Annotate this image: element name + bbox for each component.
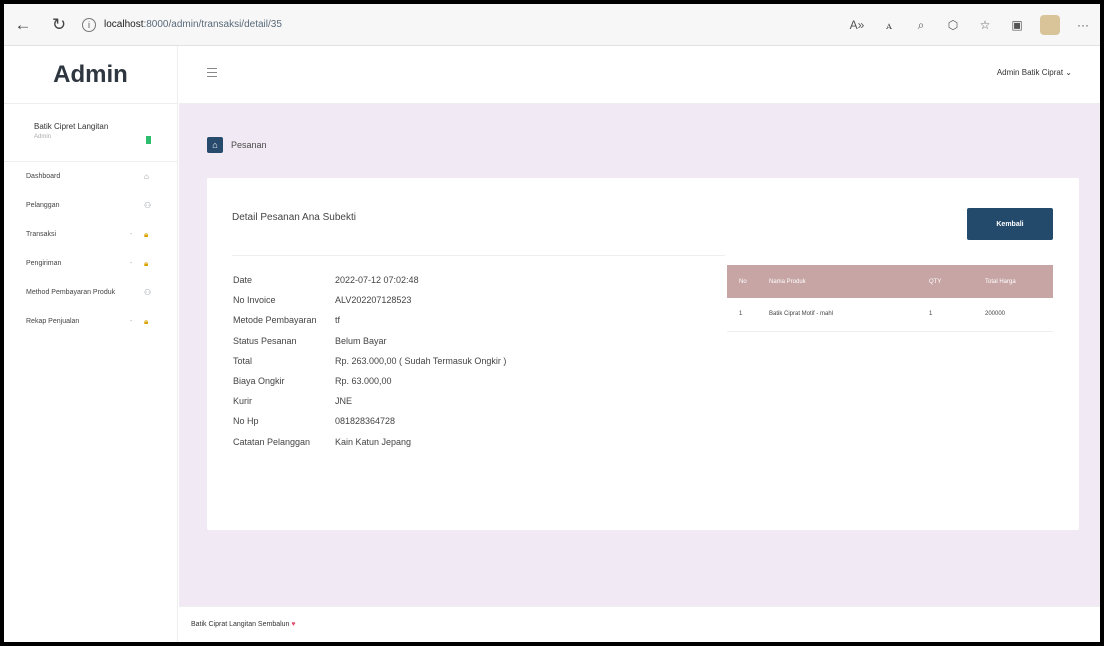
detail-row: Date 2022-07-12 07:02:48 bbox=[233, 270, 506, 290]
sidebar-item-method-pembayaran[interactable]: Method Pembayaran Produk ⚇ bbox=[4, 278, 177, 307]
text-size-icon[interactable]: ꭺ bbox=[880, 18, 898, 33]
table-header-row: No Nama Produk QTY Total Harga bbox=[727, 265, 1053, 298]
column-header: QTY bbox=[917, 265, 973, 298]
home-icon: ⌂ bbox=[207, 137, 223, 153]
column-header: Total Harga bbox=[973, 265, 1053, 298]
sidebar-item-label: Pelanggan bbox=[26, 202, 60, 209]
detail-label: Catatan Pelanggan bbox=[233, 436, 311, 447]
detail-value: 2022-07-12 07:02:48 bbox=[335, 275, 419, 286]
sidebar-item-dashboard[interactable]: Dashboard ⌂ bbox=[4, 162, 177, 191]
collapse-indicator-icon: - bbox=[130, 231, 133, 238]
arrow-left-icon[interactable]: ← bbox=[10, 12, 36, 38]
detail-row: Kurir JNE bbox=[233, 391, 506, 411]
favorites-icon[interactable]: ☆ bbox=[976, 18, 994, 32]
products-table: No Nama Produk QTY Total Harga 1 Batik C… bbox=[727, 265, 1053, 332]
users-icon: ⚇ bbox=[144, 201, 152, 210]
table-cell: 1 bbox=[727, 298, 757, 332]
sidebar: Admin Batik Cipret Langitan Admin Dashbo… bbox=[4, 46, 178, 642]
sidebar-menu: Dashboard ⌂ Pelanggan ⚇ Transaksi - 🔒︎ P… bbox=[4, 162, 177, 336]
detail-value: Belum Bayar bbox=[335, 335, 387, 346]
sidebar-item-pengiriman[interactable]: Pengiriman - 🔒︎ bbox=[4, 249, 177, 278]
lock-icon: 🔒︎ bbox=[144, 316, 149, 326]
collapse-indicator-icon: - bbox=[130, 260, 133, 267]
detail-label: Kurir bbox=[233, 396, 253, 407]
column-header: No bbox=[727, 265, 757, 298]
table-cell: Batik Ciprat Motif - mahl bbox=[757, 298, 917, 332]
user-role: Admin bbox=[34, 134, 52, 140]
url-host: localhost bbox=[104, 19, 144, 30]
order-detail-card: Detail Pesanan Ana Subekti Kembali Date … bbox=[207, 178, 1079, 530]
order-details: Date 2022-07-12 07:02:48 No Invoice ALV2… bbox=[233, 270, 506, 452]
heart-icon: ♥ bbox=[291, 621, 296, 628]
browser-window: ← ↻ i localhost :8000/admin/transaksi/de… bbox=[4, 4, 1100, 642]
table-cell: 1 bbox=[917, 298, 973, 332]
detail-row: No Invoice ALV202207128523 bbox=[233, 290, 506, 310]
user-name: Batik Cipret Langitan bbox=[34, 122, 109, 131]
hamburger-menu-icon[interactable] bbox=[207, 68, 217, 77]
detail-row: Total Rp. 263.000,00 ( Sudah Termasuk On… bbox=[233, 351, 506, 371]
detail-label: Biaya Ongkir bbox=[233, 376, 285, 387]
detail-row: Biaya Ongkir Rp. 63.000,00 bbox=[233, 371, 506, 391]
sidebar-item-label: Method Pembayaran Produk bbox=[26, 289, 116, 296]
sidebar-item-label: Pengiriman bbox=[26, 260, 62, 267]
detail-label: Metode Pembayaran bbox=[233, 315, 317, 326]
detail-label: No Invoice bbox=[233, 295, 276, 306]
page-header: ⌂ Pesanan bbox=[207, 137, 267, 153]
url-path: :8000/admin/transaksi/detail/35 bbox=[143, 19, 282, 30]
detail-value: Kain Katun Jepang bbox=[335, 436, 412, 447]
footer-label: Batik Ciprat Langitan Sembalun bbox=[191, 621, 290, 628]
sidebar-item-label: Transaksi bbox=[26, 231, 57, 238]
card-title: Detail Pesanan Ana Subekti bbox=[232, 212, 356, 223]
read-aloud-icon[interactable]: A» bbox=[848, 18, 866, 32]
profile-icon[interactable] bbox=[1040, 15, 1060, 35]
detail-label: Total bbox=[233, 355, 253, 366]
detail-value: Rp. 63.000,00 bbox=[335, 376, 392, 387]
detail-row: No Hp 081828364728 bbox=[233, 411, 506, 431]
divider bbox=[232, 255, 725, 256]
detail-row: Catatan Pelanggan Kain Katun Jepang bbox=[233, 432, 506, 452]
detail-value: JNE bbox=[335, 396, 353, 407]
lock-icon: 🔒︎ bbox=[144, 258, 149, 268]
detail-value: ALV202207128523 bbox=[335, 295, 412, 306]
detail-value: tf bbox=[335, 315, 341, 326]
zoom-icon[interactable]: ⌕ bbox=[912, 18, 930, 33]
sidebar-brand[interactable]: Admin bbox=[4, 46, 177, 104]
page-title: Pesanan bbox=[231, 140, 267, 150]
detail-label: No Hp bbox=[233, 416, 259, 427]
footer-text: Batik Ciprat Langitan Sembalun ♥ bbox=[191, 621, 296, 628]
column-header: Nama Produk bbox=[757, 265, 917, 298]
user-dropdown[interactable]: Admin Batik Ciprat ⌄ bbox=[997, 68, 1072, 77]
extensions-icon[interactable]: ⬡ bbox=[944, 18, 962, 32]
back-button[interactable]: Kembali bbox=[967, 208, 1053, 240]
table-cell: 200000 bbox=[973, 298, 1053, 332]
topbar: Admin Batik Ciprat ⌄ bbox=[179, 46, 1100, 104]
address-bar[interactable]: i localhost :8000/admin/transaksi/detail… bbox=[82, 11, 702, 39]
sidebar-user: Batik Cipret Langitan Admin bbox=[4, 104, 177, 162]
footer: Batik Ciprat Langitan Sembalun ♥ bbox=[179, 606, 1100, 642]
browser-toolbar: ← ↻ i localhost :8000/admin/transaksi/de… bbox=[4, 4, 1100, 46]
browser-actions: A» ꭺ ⌕ ⬡ ☆ ▣ ··· bbox=[848, 4, 1092, 46]
sidebar-item-label: Rekap Penjualan bbox=[26, 318, 80, 325]
detail-row: Status Pesanan Belum Bayar bbox=[233, 331, 506, 351]
detail-row: Metode Pembayaran tf bbox=[233, 310, 506, 330]
detail-value: Rp. 263.000,00 ( Sudah Termasuk Ongkir ) bbox=[335, 355, 507, 366]
collections-icon[interactable]: ▣ bbox=[1008, 18, 1026, 32]
collapse-indicator-icon: - bbox=[130, 318, 133, 325]
sidebar-item-label: Dashboard bbox=[26, 173, 61, 180]
sidebar-item-pelanggan[interactable]: Pelanggan ⚇ bbox=[4, 191, 177, 220]
detail-value: 081828364728 bbox=[335, 416, 396, 427]
sidebar-item-transaksi[interactable]: Transaksi - 🔒︎ bbox=[4, 220, 177, 249]
detail-label: Date bbox=[233, 275, 253, 286]
main-content: ⌂ Pesanan Detail Pesanan Ana Subekti Kem… bbox=[179, 104, 1100, 606]
refresh-icon[interactable]: ↻ bbox=[46, 12, 72, 38]
table-row: 1 Batik Ciprat Motif - mahl 1 200000 bbox=[727, 298, 1053, 332]
detail-label: Status Pesanan bbox=[233, 335, 297, 346]
sidebar-item-rekap-penjualan[interactable]: Rekap Penjualan - 🔒︎ bbox=[4, 307, 177, 336]
online-status-icon bbox=[146, 136, 151, 144]
users-icon: ⚇ bbox=[144, 288, 152, 297]
lock-icon: 🔒︎ bbox=[144, 229, 149, 239]
home-icon: ⌂ bbox=[144, 172, 149, 181]
more-icon[interactable]: ··· bbox=[1074, 18, 1092, 32]
info-icon[interactable]: i bbox=[82, 17, 96, 32]
